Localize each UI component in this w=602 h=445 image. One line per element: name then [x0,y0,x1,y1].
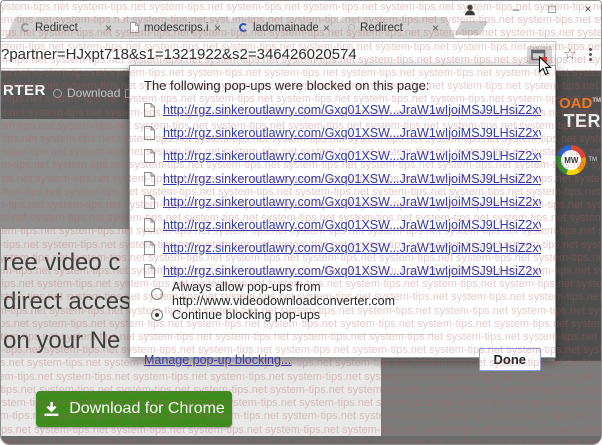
tab-ladomainade[interactable]: ladomainade × [224,17,346,38]
hero-text: ree video c direct acces on your Ne [3,249,132,354]
tab-redirect-2[interactable]: Redirect × [333,17,455,38]
download-icon [44,402,59,416]
blocked-popup-link[interactable]: http://rgz.sinkeroutlawry.com/Gxq01XSW..… [163,103,541,117]
page-right-logo-area: OADTM TER y MW TM [555,71,601,361]
logo-fragment-ter: TER [563,111,601,131]
dialog-separator [144,334,434,335]
page-icon [144,171,155,186]
tab-close-icon[interactable]: × [105,22,112,34]
page-icon [144,194,155,209]
nav-item-download[interactable]: Download [53,86,134,100]
address-url[interactable]: ?partner=HJxpt718&s1=1321922&s2=34642602… [1,46,527,63]
blocked-popup-link[interactable]: http://rgz.sinkeroutlawry.com/Gxq01XSW..… [163,241,541,255]
page-icon [144,148,155,163]
popup-option-block[interactable]: Continue blocking pop-ups [144,305,541,324]
manage-popup-blocking-link[interactable]: Manage pop-up blocking... [144,353,291,367]
page-icon [144,240,155,255]
blocked-popup-link[interactable]: http://rgz.sinkeroutlawry.com/Gxq01XSW..… [163,126,541,140]
tab-label: ladomainade [253,21,318,34]
blocked-popup-link[interactable]: http://rgz.sinkeroutlawry.com/Gxq01XSW..… [163,149,541,163]
done-button[interactable]: Done [478,348,541,371]
close-button[interactable]: × [581,1,595,17]
tab-redirect-1[interactable]: Redirect × [6,17,128,38]
popup-option-label: Always allow pop-ups from http://www.vid… [172,279,396,308]
download-for-chrome-button[interactable]: Download for Chrome [36,391,232,427]
popup-option-radio[interactable] [151,308,163,321]
tab-label: modescrips.in [144,21,209,34]
tab-label: Redirect [360,21,403,34]
profile-icon[interactable] [463,3,477,17]
tab-close-icon[interactable]: × [432,22,439,34]
blocked-popup-row: http://rgz.sinkeroutlawry.com/Gxq01XSW..… [144,144,541,167]
blocked-popup-row: http://rgz.sinkeroutlawry.com/Gxq01XSW..… [144,98,541,121]
page-icon [144,217,155,232]
tab-label: Redirect [35,21,78,34]
nav-circle-icon [53,88,62,98]
tab-modescrips[interactable]: modescrips.in × [115,17,237,38]
blocked-popup-link[interactable]: http://rgz.sinkeroutlawry.com/Gxq01XSW..… [163,218,541,232]
menu-dots-icon[interactable] [581,48,599,61]
page-icon [144,102,155,117]
loading-spinner-icon [239,23,248,32]
page-bottom-dark-section [381,361,601,444]
blocked-popup-list: http://rgz.sinkeroutlawry.com/Gxq01XSW..… [144,98,541,282]
page-icon [130,22,139,33]
blocked-popup-row: http://rgz.sinkeroutlawry.com/Gxq01XSW..… [144,190,541,213]
page-icon [144,125,155,140]
dialog-title: The following pop-ups were blocked on th… [144,78,430,93]
tab-strip: Redirect × modescrips.in × ladomainade ×… [1,17,601,39]
minimize-button[interactable]: – [509,1,523,17]
blocked-popup-row: http://rgz.sinkeroutlawry.com/Gxq01XSW..… [144,213,541,236]
loading-spinner-icon [21,23,30,32]
maximize-button[interactable]: □ [545,1,559,17]
page-icon [144,263,155,278]
bookmark-star-icon[interactable]: ☆ [559,47,581,62]
title-bar: – □ × [1,1,601,17]
blocked-popup-row: http://rgz.sinkeroutlawry.com/Gxq01XSW..… [144,236,541,259]
popup-option-label: Continue blocking pop-ups [172,307,321,322]
mw-logo-icon: MW [556,145,587,175]
popup-blocked-icon[interactable] [527,45,552,64]
page-footer-strip [1,436,601,444]
popup-option-radio[interactable] [151,287,163,300]
new-tab-button[interactable] [454,21,488,35]
blocked-popup-link[interactable]: http://rgz.sinkeroutlawry.com/Gxq01XSW..… [163,264,541,278]
site-logo-fragment: RTER [3,82,46,99]
tab-close-icon[interactable]: × [323,22,330,34]
blocked-popup-row: http://rgz.sinkeroutlawry.com/Gxq01XSW..… [144,167,541,190]
logo-fragment-oad: OADTM [558,95,601,112]
popup-blocker-dialog: The following pop-ups were blocked on th… [129,65,556,371]
blocked-popup-row: http://rgz.sinkeroutlawry.com/Gxq01XSW..… [144,121,541,144]
popup-option-allow[interactable]: Always allow pop-ups from http://www.vid… [144,280,541,308]
blocked-popup-link[interactable]: http://rgz.sinkeroutlawry.com/Gxq01XSW..… [163,195,541,209]
tab-close-icon[interactable]: × [214,22,221,34]
blocked-popup-link[interactable]: http://rgz.sinkeroutlawry.com/Gxq01XSW..… [163,172,541,186]
browser-window: – □ × Redirect × modescrips.in × ladomai… [0,0,602,445]
loading-spinner-icon [348,24,355,31]
